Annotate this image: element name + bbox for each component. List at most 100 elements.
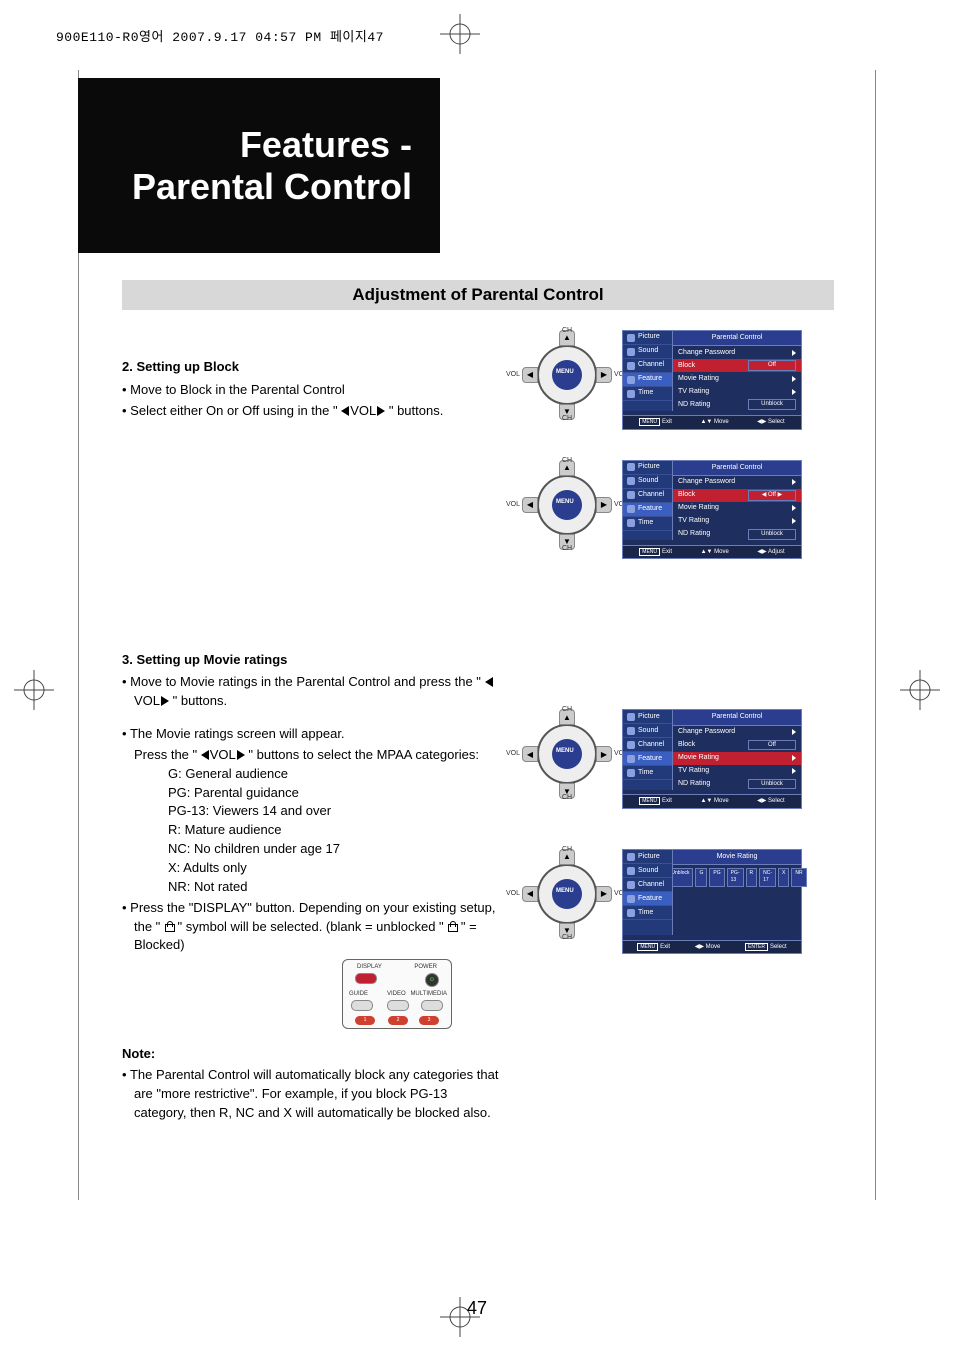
rating-chip: NC-17	[759, 868, 776, 887]
rating-chip: NR	[791, 868, 806, 887]
text-span: VOL	[134, 693, 160, 708]
figure-group: MENU ▲ ▼ ◀ ▶ CH CH VOL VOL	[522, 849, 822, 954]
text-span: " buttons.	[385, 403, 443, 418]
page-title-line1: Features -	[240, 124, 412, 166]
remote-label-display: DISPLAY	[357, 963, 382, 972]
number-button: 2	[388, 1016, 408, 1025]
heading-movie: 3. Setting up Movie ratings	[122, 651, 502, 670]
osd-side-item: Channel	[623, 738, 672, 752]
dpad-ch-label: CH	[562, 326, 572, 336]
osd-side-item: Sound	[623, 724, 672, 738]
osd-side-item: Time	[623, 766, 672, 780]
text-span: Press the "	[134, 747, 201, 762]
osd-row: Movie Rating	[673, 752, 801, 765]
feature-icon	[627, 755, 635, 763]
channel-icon	[627, 362, 635, 370]
right-arrow-icon	[792, 518, 796, 524]
rating-line: X: Adults only	[168, 859, 502, 878]
dpad-menu-label: MENU	[556, 887, 574, 896]
right-arrow-icon	[792, 729, 796, 735]
remote-label-video: VIDEO	[387, 990, 406, 999]
lock-icon	[447, 922, 457, 932]
osd-footer: MENUExit ▲▼ Move ◀▶ Select	[623, 415, 801, 429]
dpad-right-icon: ▶	[596, 886, 612, 902]
picture-icon	[627, 713, 635, 721]
registration-mark-icon	[440, 14, 480, 54]
right-arrow-icon	[792, 389, 796, 395]
multimedia-button	[421, 1000, 443, 1011]
osd-side-item: Picture	[623, 710, 672, 724]
number-button: 3	[419, 1016, 439, 1025]
body-text: Move to Movie ratings in the Parental Co…	[122, 673, 502, 711]
osd-title: Movie Rating	[673, 850, 801, 865]
channel-icon	[627, 741, 635, 749]
picture-icon	[627, 334, 635, 342]
osd-side-item: Sound	[623, 864, 672, 878]
dpad-ch-label: CH	[562, 456, 572, 466]
rating-line: G: General audience	[168, 765, 502, 784]
dpad-left-icon: ◀	[522, 497, 538, 513]
osd-side-item: Feature	[623, 503, 672, 517]
dpad-left-icon: ◀	[522, 886, 538, 902]
rating-chip: X	[778, 868, 789, 887]
guide-button	[351, 1000, 373, 1011]
text-span: Select either On or Off using in the "	[130, 403, 341, 418]
osd-title: Parental Control	[673, 331, 801, 346]
dpad-menu-label: MENU	[556, 368, 574, 377]
dpad-figure: MENU ▲ ▼ ◀ ▶ CH CH VOL VOL	[522, 460, 612, 550]
osd-row: ND RatingUnblock	[673, 528, 801, 541]
osd-side-item: Time	[623, 387, 672, 401]
osd-side-item: Channel	[623, 489, 672, 503]
dpad-figure: MENU ▲ ▼ ◀ ▶ CH CH VOL VOL	[522, 330, 612, 420]
body-text: Press the " VOL " buttons to select the …	[122, 746, 502, 765]
time-icon	[627, 390, 635, 398]
rating-line: NC: No children under age 17	[168, 840, 502, 859]
osd-row: ND RatingUnblock	[673, 778, 801, 791]
right-arrow-icon	[792, 376, 796, 382]
print-header: 900E110-R0영어 2007.9.17 04:57 PM 페이지47	[56, 26, 384, 45]
picture-icon	[627, 853, 635, 861]
channel-icon	[627, 491, 635, 499]
text-span: " symbol will be selected. (blank = unbl…	[174, 919, 447, 934]
rating-line: R: Mature audience	[168, 821, 502, 840]
osd-side-item: Time	[623, 517, 672, 531]
osd-panel: Picture Sound Channel Feature Time Paren…	[622, 460, 802, 560]
feature-icon	[627, 505, 635, 513]
figure-group: MENU ▲ ▼ ◀ ▶ CH CH VOL VOL	[522, 709, 822, 809]
osd-footer: MENUExit ◀▶ Move ENTERSelect	[623, 940, 801, 954]
osd-row: ND RatingUnblock	[673, 398, 801, 411]
title-divider	[436, 78, 440, 253]
osd-row: TV Rating	[673, 765, 801, 778]
osd-side-item: Channel	[623, 878, 672, 892]
figure-group: MENU ▲ ▼ ◀ ▶ CH CH VOL VOL	[522, 460, 822, 560]
osd-panel: Picture Sound Channel Feature Time Paren…	[622, 709, 802, 809]
body-text: Move to Block in the Parental Control	[122, 381, 502, 400]
osd-side-item: Time	[623, 906, 672, 920]
dpad-ch-label: CH	[562, 544, 572, 554]
text-span: " buttons.	[169, 693, 227, 708]
time-icon	[627, 769, 635, 777]
right-arrow-icon	[161, 696, 169, 706]
dpad-ch-label: CH	[562, 793, 572, 803]
dpad-ch-label: CH	[562, 414, 572, 424]
page-title-block: Features - Parental Control	[78, 78, 436, 253]
osd-title: Parental Control	[673, 710, 801, 725]
osd-side-item: Feature	[623, 373, 672, 387]
rating-line: NR: Not rated	[168, 878, 502, 897]
sound-icon	[627, 477, 635, 485]
picture-icon	[627, 463, 635, 471]
remote-label-multimedia: MULTIMEDIA	[410, 990, 447, 999]
remote-label-guide: GUIDE	[349, 990, 368, 999]
registration-mark-icon	[14, 670, 54, 710]
body-text: Press the "DISPLAY" button. Depending on…	[122, 899, 502, 956]
dpad-figure: MENU ▲ ▼ ◀ ▶ CH CH VOL VOL	[522, 849, 612, 939]
osd-row: Movie Rating	[673, 372, 801, 385]
dpad-menu-label: MENU	[556, 498, 574, 507]
osd-row: BlockOff	[673, 359, 801, 372]
dpad-vol-label: VOL	[506, 749, 520, 759]
dpad-right-icon: ▶	[596, 497, 612, 513]
right-arrow-icon	[792, 768, 796, 774]
rating-line: PG: Parental guidance	[168, 784, 502, 803]
note-heading: Note:	[122, 1045, 502, 1064]
rating-chip: G	[695, 868, 707, 887]
